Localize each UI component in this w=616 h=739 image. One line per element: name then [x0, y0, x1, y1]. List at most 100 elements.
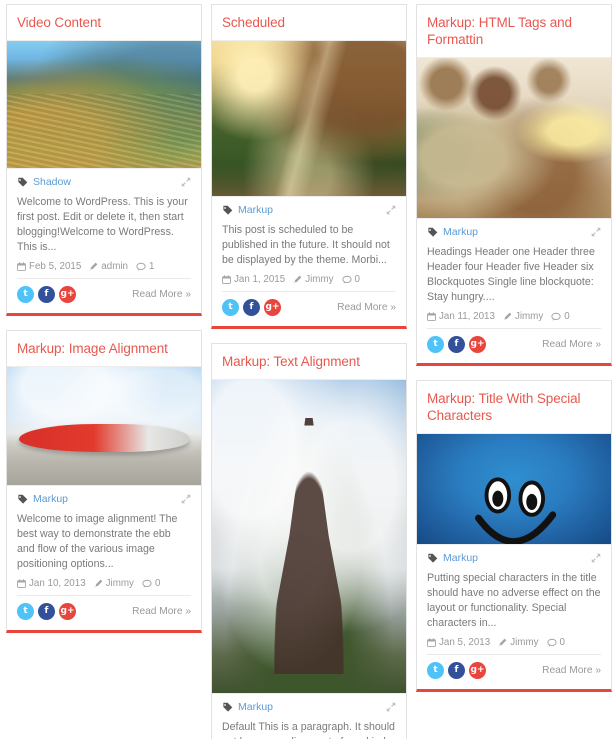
tag-label[interactable]: Markup — [238, 204, 273, 216]
card-thumbnail[interactable] — [212, 40, 406, 197]
card-title[interactable]: Markup: Image Alignment — [7, 331, 201, 366]
facebook-icon[interactable]: f — [38, 603, 55, 620]
facebook-icon[interactable]: f — [448, 336, 465, 353]
meta-author[interactable]: admin — [89, 261, 128, 272]
tag-label[interactable]: Markup — [443, 552, 478, 564]
social-share-group: t f g+ — [222, 299, 281, 316]
tag-group[interactable]: Markup — [222, 204, 273, 216]
tag-row: Markup — [427, 552, 601, 568]
card-meta: Jan 11, 2013 Jimmy 0 — [427, 311, 601, 328]
eiffel-tower-photo — [212, 380, 406, 693]
expand-icon[interactable] — [591, 553, 601, 563]
read-more-link[interactable]: Read More » — [337, 302, 396, 313]
meta-comments[interactable]: 0 — [341, 274, 360, 285]
meta-date-icon — [222, 275, 231, 284]
card-body: Markup This post is scheduled to be publi… — [212, 197, 406, 326]
tag-label[interactable]: Shadow — [33, 176, 71, 188]
card-scheduled: Scheduled Markup This post is scheduled to… — [211, 4, 407, 329]
twitter-icon[interactable]: t — [17, 286, 34, 303]
tag-label[interactable]: Markup — [238, 701, 273, 713]
meta-comments-text: 0 — [354, 274, 360, 285]
read-more-link[interactable]: Read More » — [132, 289, 191, 300]
meta-author[interactable]: Jimmy — [503, 311, 543, 322]
meta-author[interactable]: Jimmy — [94, 578, 134, 589]
meta-date[interactable]: Jan 5, 2013 — [427, 637, 490, 648]
twitter-icon[interactable]: t — [17, 603, 34, 620]
meta-comments-icon — [341, 275, 352, 285]
facebook-icon[interactable]: f — [243, 299, 260, 316]
card-excerpt: Putting special characters in the title … — [427, 572, 601, 629]
meta-date-text: Feb 5, 2015 — [29, 261, 82, 272]
card-thumbnail[interactable] — [7, 40, 201, 169]
meta-comments[interactable]: 0 — [142, 578, 160, 589]
meta-date[interactable]: Jan 11, 2013 — [427, 311, 495, 322]
meta-comments[interactable]: 1 — [136, 261, 154, 272]
facebook-icon[interactable]: f — [38, 286, 55, 303]
twitter-icon[interactable]: t — [427, 336, 444, 353]
meta-date[interactable]: Jan 1, 2015 — [222, 274, 285, 285]
read-more-link[interactable]: Read More » — [542, 339, 601, 350]
card-title[interactable]: Markup: Title With Special Characters — [417, 381, 611, 433]
tag-group[interactable]: Markup — [427, 226, 478, 238]
card-body: Shadow Welcome to WordPress. This is your… — [7, 169, 201, 313]
googleplus-icon[interactable]: g+ — [264, 299, 281, 316]
tag-group[interactable]: Markup — [222, 701, 273, 713]
tag-label[interactable]: Markup — [443, 226, 478, 238]
card-title[interactable]: Video Content — [7, 5, 201, 40]
tag-icon — [427, 553, 438, 564]
card-thumbnail[interactable] — [212, 379, 406, 694]
meta-author-text: Jimmy — [305, 274, 334, 285]
meta-comments[interactable]: 0 — [546, 637, 565, 648]
meta-author-text: admin — [101, 261, 128, 272]
blue-smiley-face-photo — [417, 434, 611, 544]
expand-icon[interactable] — [181, 177, 191, 187]
social-share-group: t f g+ — [17, 286, 76, 303]
expand-icon[interactable] — [181, 494, 191, 504]
card-video-content: Video Content Shadow Welcome to WordPress.… — [6, 4, 202, 316]
card-title[interactable]: Scheduled — [212, 5, 406, 40]
card-footer: t f g+ Read More » — [222, 292, 396, 320]
meta-comments[interactable]: 0 — [551, 311, 570, 322]
tag-row: Markup — [17, 493, 191, 509]
meta-comments-text: 1 — [148, 261, 155, 272]
facebook-icon[interactable]: f — [448, 662, 465, 679]
meta-author[interactable]: Jimmy — [498, 637, 539, 648]
tag-group[interactable]: Markup — [17, 493, 68, 505]
tag-row: Markup — [222, 204, 396, 220]
card-body: Markup Headings Header one Header three H… — [417, 219, 611, 363]
meta-author-icon — [89, 262, 98, 271]
tag-group[interactable]: Shadow — [17, 176, 71, 188]
meta-author-icon — [498, 638, 507, 647]
twitter-icon[interactable]: t — [427, 662, 444, 679]
expand-icon[interactable] — [386, 702, 396, 712]
expand-icon[interactable] — [591, 227, 601, 237]
tag-group[interactable]: Markup — [427, 552, 478, 564]
social-share-group: t f g+ — [427, 336, 486, 353]
googleplus-icon[interactable]: g+ — [59, 286, 76, 303]
googleplus-icon[interactable]: g+ — [469, 662, 486, 679]
card-meta: Jan 5, 2013 Jimmy 0 — [427, 637, 601, 654]
expand-icon[interactable] — [386, 205, 396, 215]
meta-comments-text: 0 — [564, 311, 570, 322]
tag-label[interactable]: Markup — [33, 493, 68, 505]
red-airplane-photo — [7, 367, 201, 485]
meta-author-icon — [293, 275, 302, 284]
card-title[interactable]: Markup: Text Alignment — [212, 344, 406, 379]
card-thumbnail[interactable] — [417, 57, 611, 219]
card-thumbnail[interactable] — [7, 366, 201, 486]
golden-village-stream-photo — [212, 41, 406, 196]
googleplus-icon[interactable]: g+ — [469, 336, 486, 353]
card-thumbnail[interactable] — [417, 433, 611, 545]
card-footer: t f g+ Read More » — [427, 655, 601, 683]
meta-date[interactable]: Feb 5, 2015 — [17, 261, 81, 272]
read-more-link[interactable]: Read More » — [132, 606, 191, 617]
card-markup-html-tags: Markup: HTML Tags and Formattin Markup Hea… — [416, 4, 612, 366]
twitter-icon[interactable]: t — [222, 299, 239, 316]
card-title[interactable]: Markup: HTML Tags and Formattin — [417, 5, 611, 57]
card-body: Markup Default This is a paragraph. It sh… — [212, 694, 406, 739]
read-more-link[interactable]: Read More » — [542, 665, 601, 676]
meta-author[interactable]: Jimmy — [293, 274, 334, 285]
meta-date[interactable]: Jan 10, 2013 — [17, 578, 86, 589]
googleplus-icon[interactable]: g+ — [59, 603, 76, 620]
social-share-group: t f g+ — [427, 662, 486, 679]
